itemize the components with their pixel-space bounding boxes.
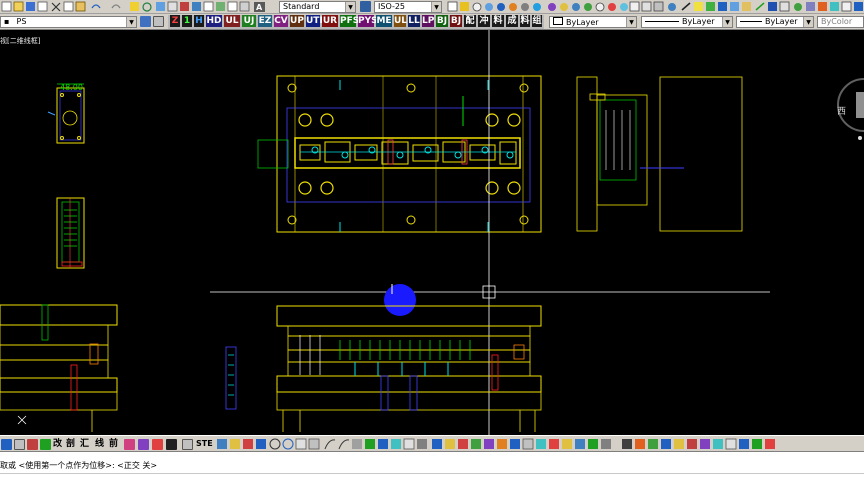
toolbar-icon-6[interactable] (152, 439, 163, 450)
drawing-svg: 48.00 (0, 30, 770, 435)
mtext-button-12[interactable]: PYS (358, 15, 378, 27)
color-swatch-icon (553, 17, 563, 25)
selection-dot (384, 284, 416, 316)
mtext-button-16[interactable]: LP (422, 15, 434, 27)
mtext-button-5[interactable]: UJ (242, 15, 256, 27)
mtext-button-18[interactable]: BJ (450, 15, 462, 27)
mtext-button-1[interactable]: 1 (182, 15, 192, 27)
bottom-dim-icons[interactable] (620, 437, 780, 452)
mtext-button-20[interactable]: 冲 (478, 15, 490, 27)
mtext-button-13[interactable]: ME (376, 15, 392, 27)
mtext-button-17[interactable]: BJ (436, 15, 448, 27)
bottom-label-0[interactable]: 改 (53, 438, 62, 450)
main-die-front-view (276, 305, 542, 432)
mtext-button-2[interactable]: H (194, 15, 204, 27)
toolbar-icon-1[interactable] (14, 439, 25, 450)
layer-value: PS (16, 17, 27, 26)
dimstyle-icon[interactable] (360, 1, 371, 12)
color-value: ByLayer (566, 18, 599, 27)
mtext-button-4[interactable]: UL (224, 15, 240, 27)
layers-toolbar: ▪ PS ▼ Z 1 H HD UL UJ EZ CV UP UTP UR PF… (0, 14, 864, 30)
dimension-label: 48.00 (60, 83, 83, 92)
mtext-button-7[interactable]: CV (274, 15, 288, 27)
chevron-down-icon[interactable]: ▼ (345, 2, 355, 12)
text-style-combo[interactable]: Standard ▼ (279, 1, 356, 13)
dim-style-value: ISO-25 (378, 2, 406, 11)
main-die-top-view (257, 75, 542, 233)
command-line[interactable]: 取或 <使用第一个点作为位移>: <正交 关> (0, 452, 864, 486)
mtext-button-23[interactable]: 料 (520, 15, 530, 27)
draw-toolbar-icons[interactable] (446, 0, 864, 14)
bottom-label-2[interactable]: 汇 (80, 438, 89, 450)
linetype-value: ByLayer (682, 17, 715, 26)
chevron-down-icon[interactable]: ▼ (126, 17, 136, 27)
chevron-down-icon[interactable]: ▼ (722, 17, 732, 27)
layer-prev-icon[interactable] (140, 16, 151, 27)
standard-toolbar: A Standard ▼ ISO-25 ▼ (0, 0, 864, 14)
mtext-button-22[interactable]: 成 (506, 15, 518, 27)
small-part-top-view: 48.00 (47, 83, 85, 144)
linetype-sample (645, 21, 679, 22)
toolbar-icon-2[interactable] (27, 439, 38, 450)
toolbar-icon-0[interactable] (1, 439, 12, 450)
plotstyle-combo: ByColor (817, 16, 864, 28)
chevron-down-icon[interactable]: ▼ (431, 2, 441, 12)
bottom-toolbar: 改 剖 汇 线 前 STE (0, 435, 864, 452)
mtext-button-10[interactable]: UR (322, 15, 338, 27)
toolbar-icon-3[interactable] (40, 439, 51, 450)
mtext-button-6[interactable]: EZ (258, 15, 272, 27)
toolbar-icon-7[interactable] (166, 439, 177, 450)
view-cube-label: 西 (837, 106, 846, 117)
mtext-button-8[interactable]: UP (290, 15, 304, 27)
mtext-button-24[interactable]: 组 (532, 15, 542, 27)
standard-toolbar-icons[interactable]: A (0, 0, 270, 14)
bottom-label-3[interactable]: 线 (95, 438, 104, 450)
small-part-side-view (56, 197, 85, 269)
mtext-button-14[interactable]: UL (394, 15, 407, 27)
lineweight-value: ByLayer (765, 17, 798, 26)
plotstyle-value: ByColor (821, 17, 853, 26)
text-style-value: Standard (283, 2, 320, 11)
left-die-front-view (0, 304, 118, 432)
bottom-label-1[interactable]: 剖 (66, 438, 75, 450)
viewport-label[interactable]: 视[二维线框] (0, 36, 40, 46)
small-part-front-view (225, 346, 237, 410)
mtext-toolbar: Z 1 H HD UL UJ EZ CV UP UTP UR PFS PYS M… (168, 15, 544, 29)
view-cube-icon: 西 (837, 78, 864, 140)
bottom-label-4[interactable]: 前 (109, 438, 118, 450)
chevron-down-icon[interactable]: ▼ (803, 17, 813, 27)
layer-iso-icon[interactable] (153, 16, 164, 27)
chevron-down-icon[interactable]: ▼ (626, 17, 636, 27)
layer-state-icon: ▪ (4, 17, 10, 26)
mtext-button-15[interactable]: LL (408, 15, 420, 27)
lineweight-combo[interactable]: ByLayer ▼ (736, 16, 814, 28)
mtext-button-21[interactable]: 料 (492, 15, 504, 27)
toolbar-icon-4[interactable] (124, 439, 135, 450)
layer-combo[interactable]: ▪ PS ▼ (0, 16, 137, 28)
mtext-button-19[interactable]: 配 (464, 15, 476, 27)
bottom-modify-icons[interactable] (430, 437, 620, 452)
view-cube[interactable]: 西 (836, 70, 864, 140)
bottom-label-5[interactable]: STE (196, 438, 213, 450)
svg-text:A: A (256, 3, 263, 12)
toolbar-icon-5[interactable] (138, 439, 149, 450)
linetype-combo[interactable]: ByLayer ▼ (641, 16, 733, 28)
color-combo[interactable]: ByLayer ▼ (549, 16, 637, 28)
lineweight-sample (740, 21, 762, 22)
mtext-button-0[interactable]: Z (170, 15, 180, 27)
main-die-side-view (576, 76, 743, 232)
bottom-draw-icons[interactable] (215, 437, 435, 452)
command-prompt-text: 取或 <使用第一个点作为位移>: <正交 关> (0, 461, 158, 470)
mtext-button-9[interactable]: UTP (306, 15, 326, 27)
drawing-canvas[interactable]: 48.00 西 (0, 30, 864, 435)
mtext-button-3[interactable]: HD (206, 15, 222, 27)
toolbar-icon-8[interactable] (182, 439, 193, 450)
mtext-button-11[interactable]: PFS (340, 15, 359, 27)
dim-style-combo[interactable]: ISO-25 ▼ (374, 1, 442, 13)
command-separator (0, 473, 864, 474)
